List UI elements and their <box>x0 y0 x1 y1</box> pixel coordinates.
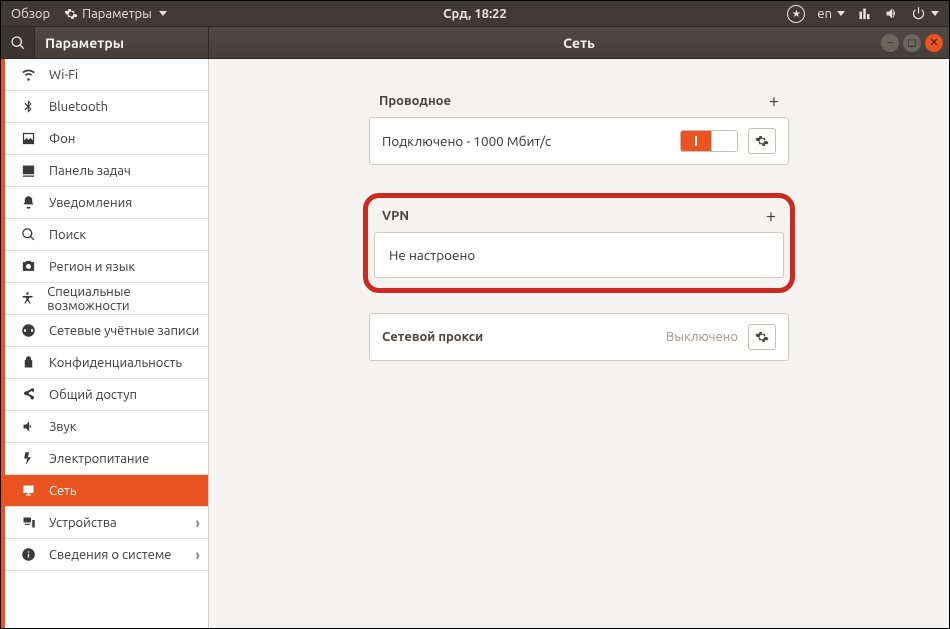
close-button[interactable]: ✕ <box>925 34 943 52</box>
search-button[interactable] <box>1 27 35 58</box>
proxy-state: Выключено <box>666 330 738 344</box>
share-icon <box>19 387 37 402</box>
sidebar-item-search[interactable]: Поиск <box>1 219 208 251</box>
add-vpn-button[interactable]: + <box>766 206 776 226</box>
settings-icon <box>64 7 78 21</box>
power-icon <box>911 6 926 21</box>
gnome-topbar: Обзор Параметры Срд, 18:22 ★ en <box>1 1 949 27</box>
sidebar-item-network[interactable]: Сеть <box>1 475 208 507</box>
bell-icon <box>19 195 37 210</box>
maximize-button[interactable]: ◻ <box>903 34 921 52</box>
chevron-down-icon <box>931 11 939 16</box>
online-icon <box>19 323 37 338</box>
page-title: Сеть <box>209 27 949 58</box>
add-wired-button[interactable]: + <box>769 91 779 111</box>
sidebar-item-dock[interactable]: Панель задач <box>1 155 208 187</box>
sidebar-item-label: Звук <box>49 420 76 434</box>
activities-button[interactable]: Обзор <box>11 7 50 21</box>
search-icon <box>10 35 26 51</box>
network-icon[interactable] <box>857 6 872 21</box>
sidebar-item-bluetooth[interactable]: Bluetooth <box>1 91 208 123</box>
privacy-icon <box>19 355 37 370</box>
wired-connection-card: Подключено - 1000 Мбит/с <box>369 117 789 165</box>
region-icon <box>19 259 37 274</box>
sidebar-item-label: Wi-Fi <box>49 68 78 82</box>
wired-section: Проводное + Подключено - 1000 Мбит/с <box>369 87 789 165</box>
sidebar-item-online[interactable]: Сетевые учётные записи <box>1 315 208 347</box>
status-icon[interactable]: ★ <box>787 5 805 23</box>
vpn-title: VPN <box>382 209 409 223</box>
sidebar-item-label: Фон <box>49 132 75 146</box>
sidebar-item-accessibility[interactable]: Специальные возможности <box>1 283 208 315</box>
chevron-down-icon <box>837 11 845 16</box>
chevron-down-icon <box>159 11 167 16</box>
sidebar-item-label: Специальные возможности <box>47 285 200 313</box>
sidebar-item-sharing[interactable]: Общий доступ <box>1 379 208 411</box>
power-icon <box>19 451 37 466</box>
wired-settings-button[interactable] <box>748 128 776 154</box>
sidebar-item-label: Устройства <box>49 516 117 530</box>
sidebar-item-about[interactable]: Сведения о системе › <box>1 539 208 571</box>
settings-main: Проводное + Подключено - 1000 Мбит/с VPN… <box>209 59 949 628</box>
about-icon <box>19 547 37 562</box>
sidebar-item-privacy[interactable]: Конфиденциальность <box>1 347 208 379</box>
app-menu[interactable]: Параметры <box>64 7 167 21</box>
sound-icon <box>19 419 37 434</box>
network-icon <box>19 483 37 498</box>
proxy-card: Сетевой прокси Выключено <box>369 313 789 361</box>
chevron-right-icon: › <box>195 546 200 563</box>
background-icon <box>19 131 37 146</box>
wired-status: Подключено - 1000 Мбит/с <box>382 133 670 149</box>
gear-icon <box>755 134 769 148</box>
vpn-highlight: VPN + Не настроено <box>363 193 795 293</box>
settings-sidebar: Wi-Fi Bluetooth Фон Панель задач Уведомления… <box>1 59 209 628</box>
wired-title: Проводное <box>379 94 451 108</box>
sidebar-item-label: Сетевые учётные записи <box>49 324 199 338</box>
chevron-right-icon: › <box>195 514 200 531</box>
proxy-settings-button[interactable] <box>748 324 776 350</box>
dock-icon <box>19 163 37 178</box>
sidebar-item-label: Уведомления <box>49 196 132 210</box>
sidebar-item-wifi[interactable]: Wi-Fi <box>1 59 208 91</box>
sidebar-item-notifications[interactable]: Уведомления <box>1 187 208 219</box>
volume-icon[interactable] <box>884 6 899 21</box>
sidebar-item-label: Сеть <box>49 484 77 498</box>
sidebar-item-power[interactable]: Электропитание <box>1 443 208 475</box>
proxy-title: Сетевой прокси <box>382 330 656 344</box>
bluetooth-icon <box>19 99 37 114</box>
sidebar-item-label: Сведения о системе <box>49 548 172 562</box>
sidebar-item-sound[interactable]: Звук <box>1 411 208 443</box>
sidebar-item-label: Поиск <box>49 228 86 242</box>
sidebar-item-label: Регион и язык <box>49 260 135 274</box>
wifi-icon <box>19 67 37 82</box>
sidebar-item-label: Общий доступ <box>49 388 137 402</box>
sidebar-item-label: Электропитание <box>49 452 149 466</box>
sidebar-item-label: Bluetooth <box>49 100 108 114</box>
sidebar-item-label: Конфиденциальность <box>49 356 182 370</box>
vpn-status: Не настроено <box>389 247 475 263</box>
search-icon <box>19 227 37 242</box>
power-menu[interactable] <box>911 6 939 21</box>
minimize-button[interactable]: – <box>881 34 899 52</box>
window-header: Параметры Сеть – ◻ ✕ <box>1 27 949 59</box>
gear-icon <box>755 330 769 344</box>
language-indicator[interactable]: en <box>817 7 845 21</box>
accessibility-icon <box>19 291 35 306</box>
sidebar-title: Параметры <box>35 27 209 58</box>
devices-icon <box>19 515 37 530</box>
sidebar-item-background[interactable]: Фон <box>1 123 208 155</box>
vpn-status-card: Не настроено <box>374 232 784 278</box>
wired-toggle[interactable] <box>680 130 738 152</box>
sidebar-item-devices[interactable]: Устройства › <box>1 507 208 539</box>
sidebar-item-label: Панель задач <box>49 164 131 178</box>
sidebar-item-region[interactable]: Регион и язык <box>1 251 208 283</box>
